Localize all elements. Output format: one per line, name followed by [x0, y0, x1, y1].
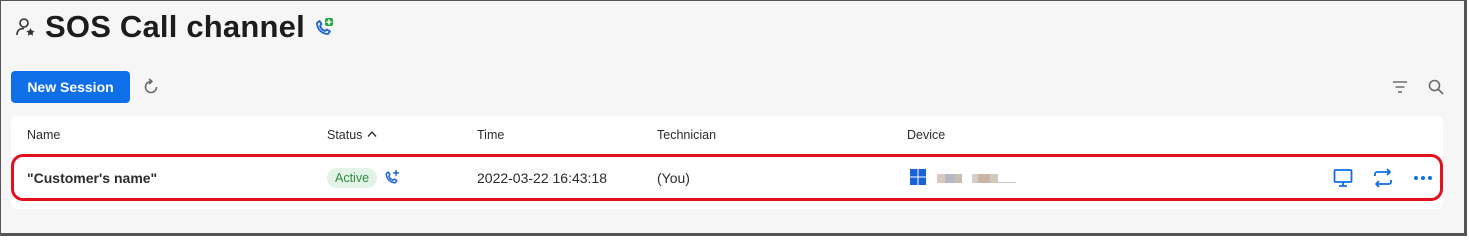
user-star-icon — [15, 16, 37, 38]
swap-icon[interactable] — [1371, 166, 1395, 190]
device-name-redacted — [937, 173, 1016, 183]
technician-name: (You) — [657, 170, 690, 186]
column-header-status[interactable]: Status — [327, 128, 377, 142]
session-name: "Customer's name" — [27, 170, 158, 186]
column-header-name[interactable]: Name — [27, 128, 60, 142]
table-header: Name Status Time Technician Device — [11, 116, 1443, 154]
monitor-icon[interactable] — [1331, 166, 1355, 190]
windows-icon — [909, 168, 927, 189]
table-row[interactable]: "Customer's name" Active 2022-03-22 16:4… — [11, 156, 1443, 200]
app-window: SOS Call channel New Session Name Status… — [0, 0, 1467, 236]
search-icon[interactable] — [1424, 75, 1448, 99]
page-header: SOS Call channel — [15, 5, 335, 49]
refresh-icon[interactable] — [139, 75, 163, 99]
toolbar: New Session — [11, 71, 1448, 103]
new-session-button[interactable]: New Session — [11, 71, 130, 103]
column-header-device[interactable]: Device — [907, 128, 945, 142]
more-icon[interactable] — [1411, 166, 1435, 190]
page-title: SOS Call channel — [45, 9, 305, 44]
phone-plus-icon — [313, 16, 335, 38]
column-header-technician[interactable]: Technician — [657, 128, 716, 142]
status-badge: Active — [327, 168, 378, 188]
filter-icon[interactable] — [1388, 75, 1412, 99]
phone-plus-icon — [383, 168, 401, 189]
session-time: 2022-03-22 16:43:18 — [477, 170, 607, 186]
sessions-table: Name Status Time Technician Device "Cust… — [11, 116, 1443, 209]
row-actions — [1331, 156, 1435, 200]
status-cell: Active — [327, 156, 401, 200]
sort-ascending-icon — [367, 130, 377, 141]
device-cell — [909, 156, 1016, 200]
column-header-time[interactable]: Time — [477, 128, 504, 142]
